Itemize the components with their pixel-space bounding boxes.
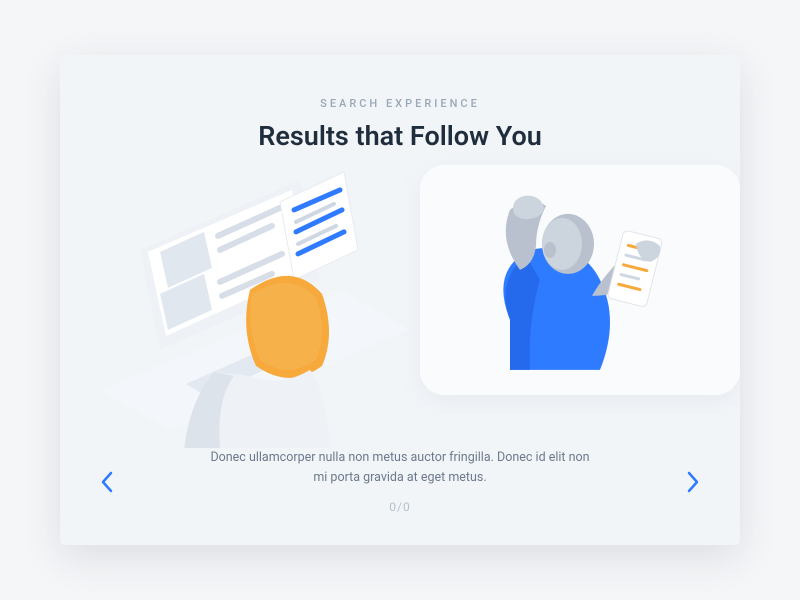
pager-text: 0/0: [210, 498, 590, 517]
prev-button[interactable]: [90, 465, 124, 499]
eyebrow-text: SEARCH EXPERIENCE: [320, 97, 480, 110]
chevron-right-icon: [685, 470, 701, 494]
page-title: Results that Follow You: [258, 120, 542, 152]
next-button[interactable]: [676, 465, 710, 499]
chevron-left-icon: [99, 470, 115, 494]
onboarding-card: SEARCH EXPERIENCE Results that Follow Yo…: [60, 55, 740, 545]
hero-illustration: [90, 152, 710, 448]
body-text: Donec ullamcorper nulla non metus auctor…: [210, 448, 590, 488]
footer-center: Donec ullamcorper nulla non metus auctor…: [210, 448, 590, 517]
card-footer: Donec ullamcorper nulla non metus auctor…: [90, 448, 710, 517]
